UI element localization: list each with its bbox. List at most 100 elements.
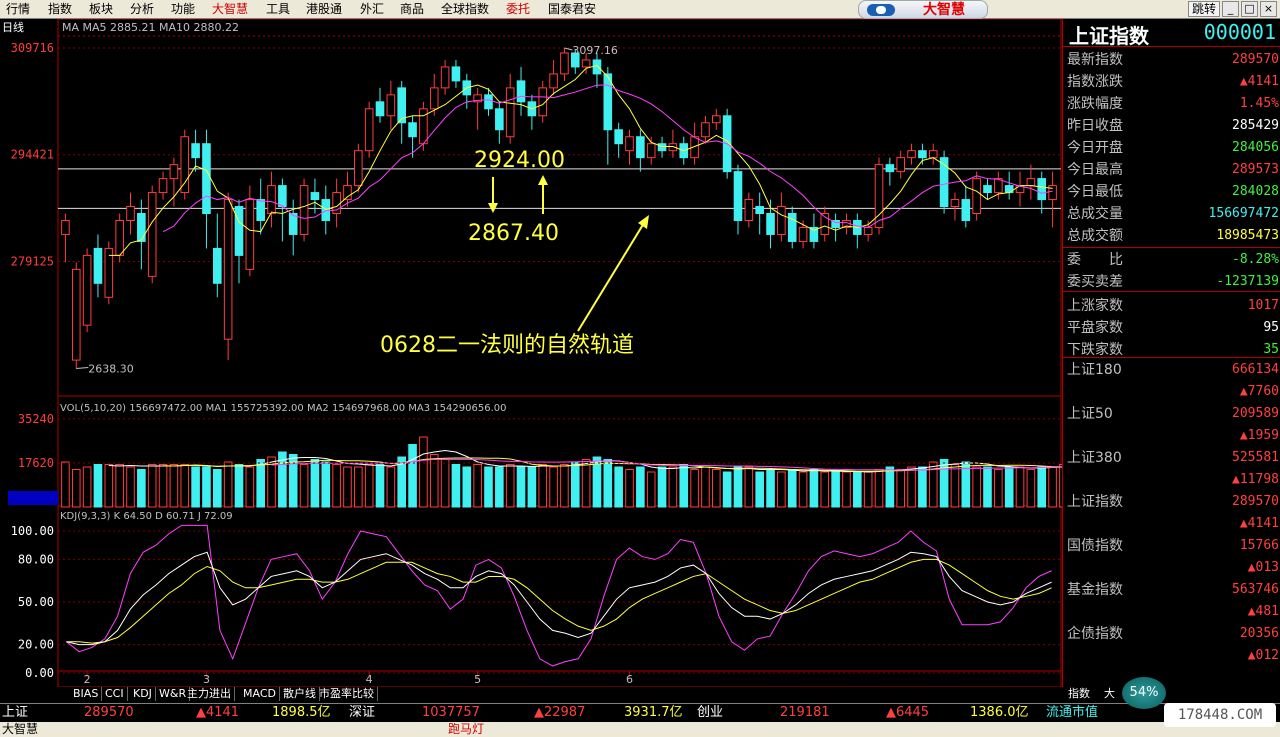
index-row[interactable]: 国债指数 15766 xyxy=(1063,535,1280,557)
candle xyxy=(495,108,504,131)
candle xyxy=(451,66,461,82)
index-change-row: ▲481 xyxy=(1063,601,1280,623)
menu-item-12[interactable]: 国泰君安 xyxy=(548,1,596,17)
maximize-icon[interactable]: □ xyxy=(1241,1,1258,17)
volume-bar xyxy=(126,466,135,508)
candle xyxy=(863,226,873,235)
volume-bar xyxy=(505,464,515,508)
cy-value: 219181 xyxy=(780,705,830,720)
candle xyxy=(82,254,92,326)
candle xyxy=(766,213,775,235)
index-name: 上证指数 xyxy=(1069,24,1149,48)
kdj-tick-label: 50.00 xyxy=(18,595,54,609)
tab-5[interactable]: MACD xyxy=(240,687,280,701)
quote-value: 284056 xyxy=(1232,140,1279,155)
index-label: 上证180 xyxy=(1067,362,1122,378)
cy-amount: 1386.0亿 xyxy=(970,705,1029,720)
volume-bar xyxy=(484,466,493,508)
price-tick-label: 309716 xyxy=(11,41,54,55)
index-row[interactable]: 上证50 209589 xyxy=(1063,403,1280,425)
volume-bar xyxy=(202,466,211,508)
candle xyxy=(744,199,754,221)
close-icon[interactable]: × xyxy=(1260,1,1277,17)
flow-label[interactable]: 流通市值 xyxy=(1046,704,1098,722)
index-row[interactable]: 企债指数 20356 xyxy=(1063,623,1280,645)
menu-item-1[interactable]: 指数 xyxy=(48,1,72,17)
minimize-icon[interactable]: _ xyxy=(1222,1,1239,17)
volume-bar xyxy=(549,466,558,508)
volume-bar xyxy=(82,466,92,508)
volume-bar xyxy=(451,464,461,508)
candle xyxy=(158,178,168,194)
kline-chart[interactable]: 309716 294421 279125 3097.16 2638.30 日线 MA MA5… xyxy=(0,19,1062,687)
volume-bar xyxy=(299,464,309,508)
volume-bar xyxy=(71,469,81,508)
candle xyxy=(278,185,287,208)
quote-label: 今日最高 xyxy=(1067,162,1123,178)
quote-value: 284028 xyxy=(1232,184,1279,199)
menu-item-3[interactable]: 分析 xyxy=(130,1,154,17)
jump-button[interactable]: 跳转 xyxy=(1188,1,1220,17)
quote-panel: 上证指数 000001 最新指数 289570 指数涨跌 ▲4141 涨跌幅度 1.45%… xyxy=(1062,19,1280,687)
menu-item-10[interactable]: 全球指数 xyxy=(441,1,489,17)
volume-bar xyxy=(473,464,482,508)
volume-bar xyxy=(636,466,645,508)
tab-7[interactable]: 市盈率比较 xyxy=(316,687,378,701)
price-tick-label: 294421 xyxy=(11,148,54,162)
quote-label: 委买卖差 xyxy=(1067,274,1123,290)
tab-4[interactable]: 主力进出 xyxy=(184,687,235,701)
volume-bar xyxy=(690,469,699,508)
candle xyxy=(733,171,743,221)
quote-row: 总成交量 156697472 xyxy=(1063,203,1280,225)
volume-bar xyxy=(809,469,819,508)
menu-item-2[interactable]: 板块 xyxy=(89,1,113,17)
volume-bar xyxy=(853,471,862,508)
volume-bar xyxy=(115,464,124,508)
index-row[interactable]: 基金指数 563746 xyxy=(1063,579,1280,601)
volume-bar xyxy=(1048,466,1057,508)
quote-row: 委买卖差 -1237139 xyxy=(1063,271,1280,293)
menu-item-5[interactable]: 大智慧 xyxy=(212,1,248,17)
menu-item-6[interactable]: 工具 xyxy=(266,1,290,17)
volume-bar xyxy=(711,469,721,508)
volume-tick-label: 35240 xyxy=(18,412,54,426)
volume-bar xyxy=(1015,466,1025,508)
logo-text: 大智慧 xyxy=(923,2,965,18)
index-row[interactable]: 上证380 525581 xyxy=(1063,447,1280,469)
candle xyxy=(169,164,179,180)
menu-item-0[interactable]: 行情 xyxy=(6,1,30,17)
volume-bar xyxy=(560,464,569,508)
panel-tab-0[interactable]: 指数 xyxy=(1068,687,1090,701)
arrow-diagonal-icon xyxy=(577,222,645,332)
volume-bar xyxy=(321,461,331,508)
candle xyxy=(701,122,710,138)
marquee-label[interactable]: 跑马灯 xyxy=(448,722,484,737)
panel-tab-1[interactable]: 大 xyxy=(1104,687,1115,701)
index-row[interactable]: 上证180 666134 xyxy=(1063,359,1280,381)
menu-item-4[interactable]: 功能 xyxy=(171,1,195,17)
volume-bar xyxy=(147,464,157,508)
candle xyxy=(614,129,623,145)
tab-6[interactable]: 散户线 xyxy=(280,687,320,701)
menu-item-9[interactable]: 商品 xyxy=(400,1,424,17)
menu-item-7[interactable]: 港股通 xyxy=(306,1,342,17)
index-label: 基金指数 xyxy=(1067,582,1123,598)
index-change-row: ▲013 xyxy=(1063,557,1280,579)
candle xyxy=(364,108,374,152)
watermark: 178448.COM xyxy=(1164,703,1276,727)
tab-2[interactable]: KDJ xyxy=(130,687,156,701)
candle xyxy=(354,150,363,187)
candle xyxy=(516,80,526,103)
panel-divider xyxy=(1063,291,1280,292)
menu-item-11[interactable]: 委托 xyxy=(506,1,530,17)
candle xyxy=(256,199,265,221)
tab-1[interactable]: CCI xyxy=(102,687,128,701)
tab-0[interactable]: BIAS xyxy=(70,687,103,701)
index-label: 国债指数 xyxy=(1067,538,1123,554)
volume-bar xyxy=(419,436,428,508)
volume-bar xyxy=(755,471,764,508)
volume-bar xyxy=(343,466,352,508)
menu-item-8[interactable]: 外汇 xyxy=(360,1,384,17)
index-row[interactable]: 上证指数 289570 xyxy=(1063,491,1280,513)
sh-value: 289570 xyxy=(84,705,134,720)
